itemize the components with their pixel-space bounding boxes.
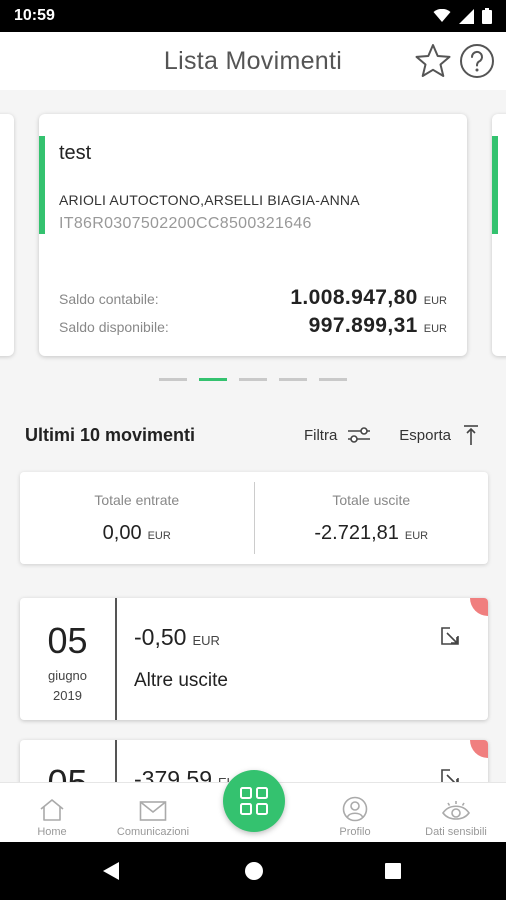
app-header: Lista Movimenti [0,32,506,90]
status-bar: 10:59 [0,0,506,32]
carousel-dot[interactable] [239,378,267,381]
movements-header: Ultimi 10 movimenti Filtra Esporta [0,412,506,458]
balance-label: Saldo disponibile: [59,319,169,335]
account-accent-bar [39,136,45,234]
movements-actions: Filtra Esporta [304,424,481,446]
signal-icon [459,8,474,24]
status-time: 10:59 [14,7,55,24]
nav-item-profile[interactable]: Profilo [326,783,384,843]
nav-item-home[interactable]: Home [26,783,78,843]
accounting-balance-row: Saldo contabile: 1.008.947,80 EUR [59,286,447,310]
total-expenses-value-row: -2.721,81 EUR [314,522,428,545]
movement-amount-row: -0,50 EUR [134,624,220,651]
nav-label: Comunicazioni [116,826,190,838]
grid-icon [240,787,268,815]
previous-account-card[interactable] [0,114,14,356]
filter-label: Filtra [303,426,338,444]
total-expenses-label: Totale uscite [332,491,411,508]
next-account-card[interactable] [492,114,506,356]
balance-amount: 997.899,31 [308,314,418,337]
home-icon [40,799,64,821]
help-icon[interactable] [458,42,496,80]
movement-date: 05 giugno 2019 [20,598,117,720]
balance-label: Saldo contabile: [59,291,159,307]
back-icon[interactable] [101,861,121,881]
nav-item-messages[interactable]: Comunicazioni [108,783,198,843]
nav-label: Dati sensibili [425,826,487,838]
total-income: Totale entrate 0,00 EUR [20,472,254,564]
totals-card: Totale entrate 0,00 EUR Totale uscite -2… [20,472,488,564]
carousel-dot[interactable] [159,378,187,381]
total-income-value: 0,00 [102,521,142,544]
nav-item-sensitive-data[interactable]: Dati sensibili [414,783,498,843]
account-iban: IT86R0307502200CC8500321646 [59,215,312,232]
balance-amount: 1.008.947,80 [290,286,418,309]
wifi-icon [433,9,451,22]
status-icons [433,8,492,24]
menu-fab-button[interactable] [223,770,285,832]
balance-currency: EUR [423,323,447,335]
movement-month: giugno [47,668,88,683]
movement-item[interactable]: 05 giugno 2019 -0,50 EUR Altre uscite [20,598,488,720]
carousel-dot[interactable] [319,378,347,381]
expense-corner-badge [470,598,488,616]
page-title: Lista Movimenti [163,46,343,75]
total-income-value-row: 0,00 EUR [103,522,171,545]
account-holders: ARIOLI AUTOCTONO,ARSELLI BIAGIA-ANNA [59,192,360,208]
envelope-icon [139,801,167,821]
battery-icon [482,8,492,24]
movements-title: Ultimi 10 movimenti [25,424,196,445]
eye-icon [442,801,470,820]
recents-icon[interactable] [385,863,401,879]
carousel-pagination[interactable] [0,378,506,381]
account-carousel[interactable]: test ARIOLI AUTOCTONO,ARSELLI BIAGIA-ANN… [0,90,506,406]
carousel-dot[interactable] [199,378,227,381]
total-income-currency: EUR [147,529,171,542]
system-navigation-bar [0,842,506,900]
total-expenses-currency: EUR [404,529,429,542]
star-icon[interactable] [414,42,452,80]
expense-corner-badge [470,740,488,758]
account-name: test [59,142,92,164]
user-icon [342,796,368,822]
export-button[interactable]: Esporta [399,424,481,446]
movement-description: Altre uscite [134,670,228,691]
total-expenses-value: -2.721,81 [314,521,399,544]
filter-button[interactable]: Filtra [304,425,371,445]
movement-amount: -0,50 [134,624,187,650]
open-detail-icon[interactable] [440,626,460,646]
movement-currency: EUR [192,633,220,648]
total-expenses: Totale uscite -2.721,81 EUR [255,472,489,564]
filter-icon [348,427,371,443]
export-label: Esporta [399,426,451,444]
header-actions [414,42,496,80]
nav-label: Profilo [339,826,371,838]
nav-label: Home [37,826,67,838]
total-income-label: Totale entrate [94,491,180,508]
movement-year: 2019 [53,688,82,703]
balance-currency: EUR [423,295,447,307]
movement-day: 05 [47,620,88,661]
carousel-dot[interactable] [279,378,307,381]
export-icon [464,425,478,445]
home-circle-icon[interactable] [244,861,264,881]
account-accent-bar [492,136,498,234]
available-balance-row: Saldo disponibile: 997.899,31 EUR [59,314,447,338]
account-card[interactable]: test ARIOLI AUTOCTONO,ARSELLI BIAGIA-ANN… [39,114,467,356]
